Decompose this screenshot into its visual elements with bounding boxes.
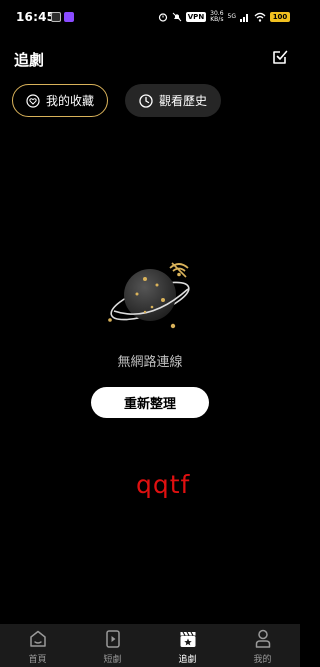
nav-item-shorts[interactable]: 短劇 — [75, 624, 150, 667]
heart-icon — [26, 93, 40, 108]
no-network-planet-icon — [108, 262, 190, 329]
mute-bell-icon — [172, 12, 182, 22]
notification-app-icon — [51, 12, 61, 22]
nav-label-following: 追劇 — [178, 655, 197, 665]
vpn-badge: VPN — [185, 12, 207, 22]
tab-history-label: 觀看歷史 — [158, 94, 207, 108]
wifi-icon — [254, 12, 266, 22]
short-video-icon — [105, 630, 120, 648]
tab-favorites-label: 我的收藏 — [45, 94, 94, 108]
no-network-message: 無網路連線 — [117, 355, 183, 370]
nav-item-home[interactable]: 首頁 — [0, 624, 75, 667]
tab-history[interactable]: 觀看歷史 — [125, 84, 221, 117]
clock-icon — [139, 93, 153, 108]
nav-label-shorts: 短劇 — [103, 655, 122, 665]
nav-label-profile: 我的 — [253, 655, 272, 665]
refresh-button[interactable]: 重新整理 — [91, 387, 209, 418]
tab-favorites[interactable]: 我的收藏 — [12, 84, 108, 117]
network-speed-unit: KB/s — [210, 16, 224, 23]
notification-app-icon — [64, 12, 74, 22]
signal-icon — [240, 14, 248, 22]
edit-check-icon — [273, 50, 288, 64]
network-speed: 30.6 KB/s — [210, 11, 223, 23]
nav-item-profile[interactable]: 我的 — [225, 624, 300, 667]
overlay-text: qqtf — [136, 470, 191, 499]
status-icons: VPN 30.6 KB/s 5G 100 — [158, 10, 290, 24]
wifi-off-icon — [169, 262, 189, 278]
nav-item-following[interactable]: 追劇 — [150, 624, 225, 667]
bottom-nav: 首頁 短劇 追劇 我的 — [0, 624, 300, 667]
home-icon — [29, 630, 46, 647]
status-bar: 16:45 VPN 30.6 KB/s 5G 100 — [0, 0, 300, 36]
alarm-icon — [158, 13, 167, 22]
status-time: 16:45 — [16, 10, 56, 24]
profile-icon — [255, 629, 270, 648]
network-type: 5G — [227, 13, 236, 20]
nav-label-home: 首頁 — [28, 655, 47, 665]
page-title: 追劇 — [14, 51, 45, 69]
battery-indicator: 100 — [270, 12, 290, 22]
edit-button[interactable] — [271, 48, 289, 66]
clapperboard-icon — [180, 631, 195, 647]
